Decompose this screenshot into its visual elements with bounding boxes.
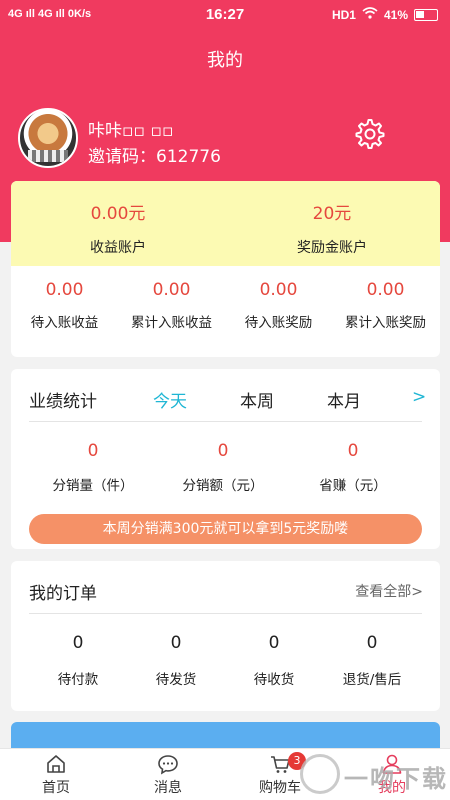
tab-messages[interactable]: 消息 bbox=[112, 753, 224, 797]
order-pending-payment[interactable]: 0 待付款 bbox=[29, 633, 127, 688]
watermark-text: 一吻下载 bbox=[344, 765, 448, 793]
pending-income-value: 0.00 bbox=[45, 280, 84, 300]
order-pending-receipt[interactable]: 0 待收货 bbox=[225, 633, 323, 688]
tab-messages-label: 消息 bbox=[154, 780, 182, 796]
account-summary: 0.00元 收益账户 20元 奖励金账户 bbox=[11, 181, 440, 266]
total-income[interactable]: 0.00 累计入账收益 bbox=[118, 280, 225, 331]
battery-level: 41% bbox=[383, 7, 408, 22]
sales-count-value: 0 bbox=[87, 441, 99, 461]
sales-amount-value: 0 bbox=[217, 441, 229, 461]
user-name: 咔咔▫▫ ▫▫ bbox=[88, 121, 174, 141]
tab-today[interactable]: 今天 bbox=[153, 387, 187, 412]
pending-reward-label: 待入账奖励 bbox=[244, 315, 313, 331]
order-pending-payment-count: 0 bbox=[72, 633, 84, 653]
pending-reward[interactable]: 0.00 待入账奖励 bbox=[225, 280, 332, 331]
order-pending-shipment-label: 待发货 bbox=[155, 672, 197, 688]
total-reward-label: 累计入账奖励 bbox=[345, 315, 426, 331]
reward-account-value: 20元 bbox=[312, 204, 352, 224]
wifi-icon bbox=[362, 7, 378, 22]
reward-banner[interactable]: 本周分销满300元就可以拿到5元奖励喽 bbox=[29, 514, 422, 544]
watermark: 一吻下载 bbox=[300, 754, 450, 798]
total-income-value: 0.00 bbox=[152, 280, 191, 300]
total-reward[interactable]: 0.00 累计入账奖励 bbox=[332, 280, 439, 331]
home-icon bbox=[47, 755, 65, 773]
order-returns-count: 0 bbox=[366, 633, 378, 653]
gear-icon[interactable] bbox=[354, 118, 386, 150]
savings: 0 省赚（元） bbox=[288, 441, 418, 494]
total-reward-value: 0.00 bbox=[366, 280, 405, 300]
tab-home-label: 首页 bbox=[42, 780, 70, 796]
invite-code: 邀请码：612776 bbox=[88, 147, 221, 167]
avatar[interactable] bbox=[18, 108, 78, 168]
view-all-orders-link[interactable]: 查看全部> bbox=[355, 581, 423, 601]
pending-reward-value: 0.00 bbox=[259, 280, 298, 300]
pending-income[interactable]: 0.00 待入账收益 bbox=[11, 280, 118, 331]
sales-amount: 0 分销额（元） bbox=[158, 441, 288, 494]
pending-income-label: 待入账收益 bbox=[30, 315, 99, 331]
sales-count-label: 分销量（件） bbox=[52, 478, 134, 494]
account-details: 0.00 待入账收益 0.00 累计入账收益 0.00 待入账奖励 0.00 累… bbox=[11, 266, 440, 357]
divider bbox=[29, 613, 422, 614]
order-pending-shipment[interactable]: 0 待发货 bbox=[127, 633, 225, 688]
order-pending-receipt-count: 0 bbox=[268, 633, 280, 653]
page-title: 我的 bbox=[207, 50, 243, 71]
sales-count: 0 分销量（件） bbox=[28, 441, 158, 494]
orders-card: 我的订单 查看全部> 0 待付款 0 待发货 0 待收货 0 退货/售后 bbox=[11, 561, 440, 711]
divider bbox=[29, 421, 422, 422]
order-returns-label: 退货/售后 bbox=[342, 672, 402, 688]
tab-home[interactable]: 首页 bbox=[0, 753, 112, 797]
status-bar: 4G ıll 4G ıll 0K/s 16:27 HD1 41% bbox=[0, 0, 450, 32]
orders-title: 我的订单 bbox=[29, 584, 97, 604]
watermark-logo bbox=[300, 754, 340, 794]
order-pending-payment-label: 待付款 bbox=[57, 672, 99, 688]
income-account-label: 收益账户 bbox=[90, 240, 146, 256]
savings-value: 0 bbox=[347, 441, 359, 461]
reward-account-label: 奖励金账户 bbox=[297, 240, 367, 256]
performance-more-arrow[interactable]: > bbox=[412, 387, 426, 407]
order-pending-shipment-count: 0 bbox=[170, 633, 182, 653]
total-income-label: 累计入账收益 bbox=[131, 315, 212, 331]
income-account[interactable]: 0.00元 收益账户 bbox=[11, 199, 225, 257]
status-right: HD1 41% bbox=[332, 7, 438, 22]
performance-title: 业绩统计 bbox=[29, 392, 97, 412]
tab-month[interactable]: 本月 bbox=[327, 387, 361, 412]
income-account-value: 0.00元 bbox=[90, 204, 146, 224]
tab-week[interactable]: 本周 bbox=[240, 387, 274, 412]
hd-indicator: HD1 bbox=[331, 7, 356, 22]
reward-account[interactable]: 20元 奖励金账户 bbox=[225, 199, 439, 257]
order-returns[interactable]: 0 退货/售后 bbox=[323, 633, 421, 688]
sales-amount-label: 分销额（元） bbox=[182, 478, 264, 494]
order-pending-receipt-label: 待收货 bbox=[253, 672, 295, 688]
account-card: 0.00元 收益账户 20元 奖励金账户 0.00 待入账收益 0.00 累计入… bbox=[11, 181, 440, 357]
performance-card: 业绩统计 今天 本周 本月 > 0 分销量（件） 0 分销额（元） 0 省赚（元… bbox=[11, 369, 440, 549]
battery-icon bbox=[414, 8, 438, 21]
tab-cart-label: 购物车 bbox=[259, 780, 301, 796]
message-icon bbox=[158, 755, 178, 775]
savings-label: 省赚（元） bbox=[319, 478, 387, 494]
